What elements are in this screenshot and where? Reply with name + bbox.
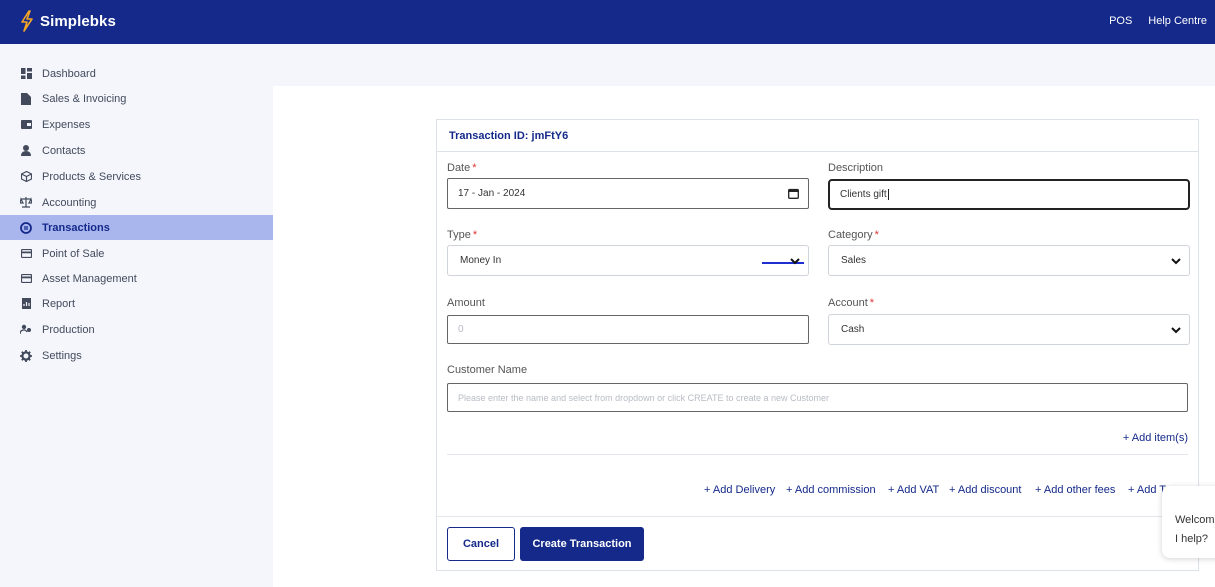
sidebar-item-transactions[interactable]: Transactions bbox=[0, 215, 273, 240]
sidebar-item-asset-management[interactable]: Asset Management bbox=[0, 266, 273, 291]
required-mark: * bbox=[472, 229, 478, 241]
logo[interactable]: Simplebks bbox=[18, 10, 116, 32]
pos-link[interactable]: POS bbox=[1109, 15, 1132, 27]
card-icon bbox=[20, 248, 32, 260]
sidebar-item-label: Point of Sale bbox=[42, 247, 105, 260]
transactions-icon bbox=[20, 221, 32, 234]
sidebar-item-settings[interactable]: Settings bbox=[0, 343, 273, 368]
sidebar-item-point-of-sale[interactable]: Point of Sale bbox=[0, 241, 273, 266]
chat-line: I help? bbox=[1175, 533, 1209, 545]
person-icon bbox=[20, 145, 32, 157]
sidebar-item-production[interactable]: Production bbox=[0, 317, 273, 342]
help-centre-link[interactable]: Help Centre bbox=[1148, 15, 1207, 27]
cancel-button[interactable]: Cancel bbox=[447, 527, 515, 561]
footer-divider bbox=[437, 516, 1198, 517]
add-vat-link[interactable]: + Add VAT bbox=[888, 484, 939, 496]
text-cursor bbox=[887, 189, 889, 200]
create-transaction-button[interactable]: Create Transaction bbox=[520, 527, 644, 561]
sidebar: Dashboard Sales & Invoicing Expenses Con… bbox=[0, 44, 273, 587]
customer-name-label: Customer Name bbox=[447, 364, 528, 376]
chevron-down-icon bbox=[1171, 327, 1181, 334]
sidebar-item-label: Contacts bbox=[42, 144, 86, 157]
add-other-fees-link[interactable]: + Add other fees bbox=[1035, 484, 1115, 496]
category-select[interactable]: Sales bbox=[828, 245, 1190, 276]
wallet-icon bbox=[20, 119, 32, 131]
date-input[interactable]: 17 - Jan - 2024 bbox=[447, 178, 809, 209]
box-icon bbox=[20, 171, 32, 183]
chevron-down-icon bbox=[790, 258, 800, 265]
top-bar: Simplebks POS Help Centre bbox=[0, 0, 1215, 44]
document-icon bbox=[20, 92, 32, 105]
account-select[interactable]: Cash bbox=[828, 314, 1190, 345]
divider bbox=[447, 454, 1188, 455]
report-icon bbox=[20, 298, 32, 310]
transaction-id: Transaction ID: jmFtY6 bbox=[437, 120, 1198, 152]
type-label: Type * bbox=[447, 229, 478, 241]
gear-icon bbox=[20, 349, 32, 362]
dashboard-icon bbox=[20, 68, 32, 80]
sidebar-item-label: Sales & Invoicing bbox=[42, 92, 127, 105]
sidebar-item-label: Asset Management bbox=[42, 272, 137, 285]
sidebar-item-accounting[interactable]: Accounting bbox=[0, 190, 273, 215]
type-select[interactable]: Money In bbox=[447, 245, 809, 276]
sidebar-item-label: Expenses bbox=[42, 118, 91, 131]
scale-icon bbox=[20, 197, 32, 209]
sidebar-item-contacts[interactable]: Contacts bbox=[0, 138, 273, 163]
logo-icon bbox=[21, 10, 33, 32]
sidebar-item-label: Production bbox=[42, 323, 95, 336]
amount-label: Amount bbox=[447, 297, 485, 309]
add-delivery-link[interactable]: + Add Delivery bbox=[704, 484, 775, 496]
people-icon bbox=[20, 324, 32, 336]
chat-line: Welcom bbox=[1175, 514, 1215, 526]
card-icon bbox=[20, 273, 32, 285]
amount-input[interactable]: 0 bbox=[447, 315, 809, 344]
sidebar-item-products-services[interactable]: Products & Services bbox=[0, 164, 273, 189]
sidebar-item-dashboard[interactable]: Dashboard bbox=[0, 61, 273, 86]
account-label: Account * bbox=[828, 297, 875, 309]
add-commission-link[interactable]: + Add commission bbox=[786, 484, 876, 496]
add-discount-link[interactable]: + Add discount bbox=[949, 484, 1021, 496]
add-t-link[interactable]: + Add T bbox=[1128, 484, 1166, 496]
add-items-link[interactable]: + Add item(s) bbox=[1123, 432, 1188, 444]
required-mark: * bbox=[472, 162, 477, 174]
sidebar-item-expenses[interactable]: Expenses bbox=[0, 112, 273, 137]
transaction-form: Transaction ID: jmFtY6 Date * 17 - Jan - … bbox=[436, 119, 1199, 571]
chat-widget[interactable]: Welcom I help? bbox=[1162, 486, 1215, 558]
sidebar-item-label: Report bbox=[42, 297, 76, 310]
sidebar-item-label: Transactions bbox=[42, 221, 110, 234]
sidebar-item-sales-invoicing[interactable]: Sales & Invoicing bbox=[0, 86, 273, 111]
category-label: Category * bbox=[828, 229, 879, 241]
sidebar-item-report[interactable]: Report bbox=[0, 291, 273, 316]
description-label: Description bbox=[828, 162, 884, 174]
calendar-icon[interactable] bbox=[788, 188, 799, 199]
required-mark: * bbox=[874, 229, 879, 241]
required-mark: * bbox=[869, 297, 875, 309]
sidebar-item-label: Accounting bbox=[42, 196, 97, 209]
app-name: Simplebks bbox=[40, 12, 116, 30]
date-label: Date * bbox=[447, 162, 477, 174]
description-input[interactable]: Clients gift bbox=[828, 179, 1190, 210]
sidebar-item-label: Settings bbox=[42, 349, 82, 362]
chevron-down-icon bbox=[1171, 258, 1181, 265]
sidebar-item-label: Dashboard bbox=[42, 67, 96, 80]
sidebar-item-label: Products & Services bbox=[42, 170, 142, 183]
customer-name-input[interactable]: Please enter the name and select from dr… bbox=[447, 383, 1188, 412]
